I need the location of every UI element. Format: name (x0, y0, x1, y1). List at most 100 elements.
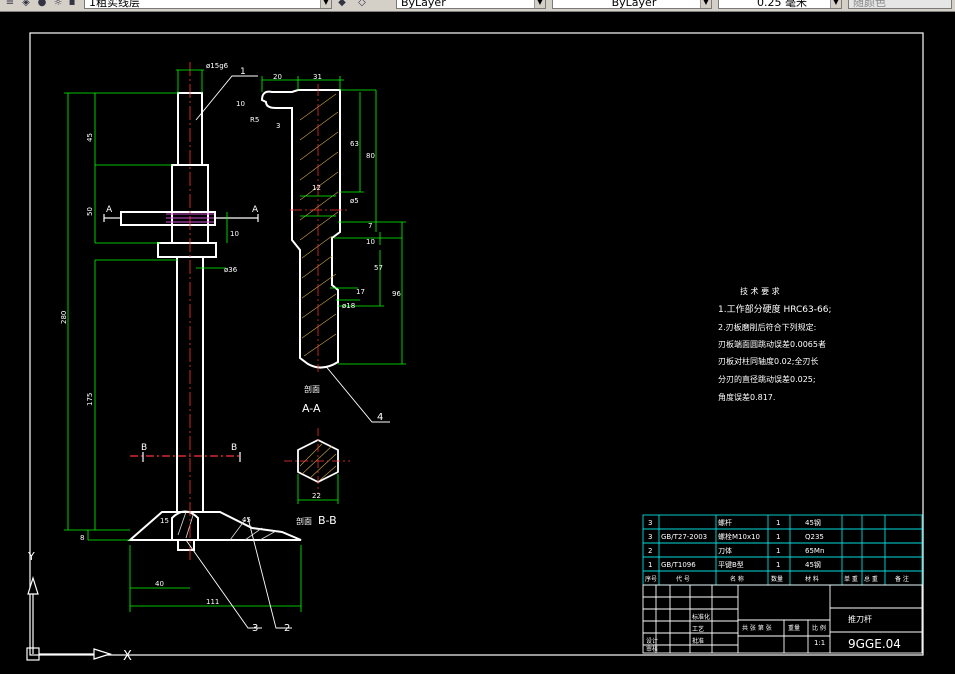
tb-approve: 批准 (692, 637, 704, 645)
bom-h-mass: 单 重 (844, 575, 858, 583)
section-bb-prefix: 剖面 (296, 516, 312, 526)
bom-r4-no: 1 (648, 561, 652, 569)
balloon-1: 1 (240, 67, 246, 77)
sun-icon[interactable]: ☼ (52, 0, 64, 9)
dim-3: 3 (276, 122, 280, 130)
bom-r2-mat: Q235 (805, 533, 824, 541)
tech-line-2: 2.刃板磨削后符合下列规定: (718, 322, 816, 332)
bom-r2-no: 3 (648, 533, 652, 541)
chevron-down-icon[interactable]: ▼ (830, 0, 841, 8)
dim-10: 10 (230, 230, 239, 238)
chevron-down-icon[interactable]: ▼ (320, 0, 331, 8)
dim-80: 80 (366, 152, 375, 160)
bom-r1-no: 3 (648, 519, 652, 527)
balloon-4: 4 (377, 412, 383, 423)
plotstyle-value: 随颜色 (853, 0, 886, 9)
layer-previous-icon[interactable]: ◇ (356, 0, 368, 9)
tech-line-3: 刃板端面圆跳动误差0.0065者 (718, 339, 826, 349)
bom-r2-name: 螺栓M10x10 (718, 532, 760, 541)
cad-drawing[interactable]: A A B B ø15g6 45 50 280 175 8 10 ø36 40 (0, 12, 955, 670)
linetype-dropdown[interactable]: ByLayer ▼ (552, 0, 712, 9)
section-a-marks (103, 214, 259, 462)
ucs-y-label: Y (27, 550, 35, 563)
layer-dropdown[interactable]: 1粗实线层 ▼ (84, 0, 332, 9)
bom-r1-mat: 45钢 (805, 518, 821, 527)
dim-phi36: ø36 (224, 266, 238, 274)
bom-h-no: 序号 (645, 575, 657, 583)
bom-r3-qty: 1 (776, 547, 780, 555)
dim-57: 57 (374, 264, 383, 272)
dim-8: 8 (80, 534, 84, 542)
tb-checker: 审核 (646, 645, 658, 653)
ucs-x-label: X (123, 649, 132, 664)
section-aa-label: A-A (302, 402, 321, 415)
dim-40: 40 (155, 580, 164, 588)
bom-r3-name: 刀体 (718, 546, 732, 555)
lock-icon[interactable]: ▪ (66, 0, 78, 9)
color-dropdown[interactable]: ByLayer ▼ (396, 0, 546, 9)
bom-r3-no: 2 (648, 547, 652, 555)
dim-phi18: ø18 (342, 302, 355, 310)
section-b-right: B (231, 443, 237, 453)
dim-phi5: ø5 (350, 197, 359, 205)
dim-96: 96 (392, 290, 401, 298)
tech-line-6: 角度误差0.817. (718, 392, 775, 402)
dim-10c: 10 (366, 238, 375, 246)
chevron-down-icon[interactable]: ▼ (700, 0, 711, 8)
section-b-left: B (141, 443, 147, 453)
tb-weight-label: 重量 (788, 624, 800, 632)
rod-main-view (120, 92, 302, 551)
lineweight-dropdown[interactable]: 0.25 毫米 ▼ (718, 0, 842, 9)
bom-table: 3 螺杆 1 45钢 3 GB/T27-2003 螺栓M10x10 1 Q235… (642, 514, 923, 586)
plotstyle-dropdown: 随颜色 (848, 0, 952, 9)
tech-title: 技 术 要 求 (740, 286, 780, 296)
dim-r5: R5 (250, 116, 259, 124)
dim-175: 175 (86, 393, 94, 406)
balloon-2: 2 (284, 623, 290, 634)
dim-17: 17 (356, 288, 365, 296)
bom-r1-qty: 1 (776, 519, 780, 527)
tb-sheet-label: 共 张 第 张 (742, 624, 772, 632)
tb-scale-label: 比 例 (812, 624, 826, 632)
drawing-canvas[interactable]: A A B B ø15g6 45 50 280 175 8 10 ø36 40 (0, 12, 955, 670)
make-current-layer-icon[interactable]: ◆ (336, 0, 348, 9)
properties-toolbar: ≡ ◈ ● ☼ ▪ 1粗实线层 ▼ ◆ ◇ ByLayer ▼ ByLayer … (0, 0, 955, 12)
dim-12: 12 (312, 184, 321, 192)
right-margin (940, 12, 955, 670)
layer-manager-icon[interactable]: ≡ (4, 0, 16, 9)
dim-10b: 10 (236, 100, 245, 108)
bom-h-qty: 数量 (771, 575, 783, 583)
tb-drawing-code: 9GGE.04 (848, 637, 901, 651)
title-block: 设计 审核 标准化 工艺 批准 共 张 第 张 重量 比 例 1:1 推刀杆 9… (642, 584, 923, 654)
tech-line-1: 1.工作部分硬度 HRC63-66; (718, 303, 832, 315)
chevron-down-icon[interactable]: ▼ (534, 0, 545, 8)
section-aa-prefix: 剖面 (304, 384, 320, 394)
layer-state-icon[interactable]: ◈ (20, 0, 32, 9)
tech-line-5: 分刃的直径跳动误差0.025; (718, 374, 816, 384)
color-value: ByLayer (401, 0, 446, 9)
bom-r4-code: GB/T1096 (661, 561, 696, 569)
lightbulb-icon[interactable]: ● (36, 0, 48, 9)
dim-7: 7 (368, 222, 372, 230)
dim-63: 63 (350, 140, 359, 148)
linetype-value: ByLayer (611, 0, 657, 9)
bom-h-name: 名 称 (730, 575, 744, 583)
lineweight-value: 0.25 毫米 (757, 0, 807, 9)
blade-section-aa (260, 76, 406, 372)
ucs-icon (26, 575, 113, 661)
tb-drawing-name: 推刀杆 (848, 614, 872, 624)
dim-280: 280 (60, 311, 68, 324)
dim-15deg: 15 (160, 517, 169, 525)
tb-designer: 设计 (646, 637, 658, 645)
dim-phi15g6: ø15g6 (206, 62, 229, 70)
tech-requirements: 技 术 要 求 1.工作部分硬度 HRC63-66; 2.刃板磨削后符合下列规定… (718, 286, 832, 402)
leaders (185, 75, 390, 629)
section-a-left: A (106, 205, 113, 215)
dim-20: 20 (273, 73, 282, 81)
bom-r2-qty: 1 (776, 533, 780, 541)
bom-r4-name: 平键B型 (718, 560, 744, 569)
tb-std: 标准化 (692, 613, 710, 621)
bom-r3-mat: 65Mn (805, 547, 824, 555)
dim-45: 45 (86, 133, 94, 142)
dim-111: 111 (206, 598, 219, 606)
